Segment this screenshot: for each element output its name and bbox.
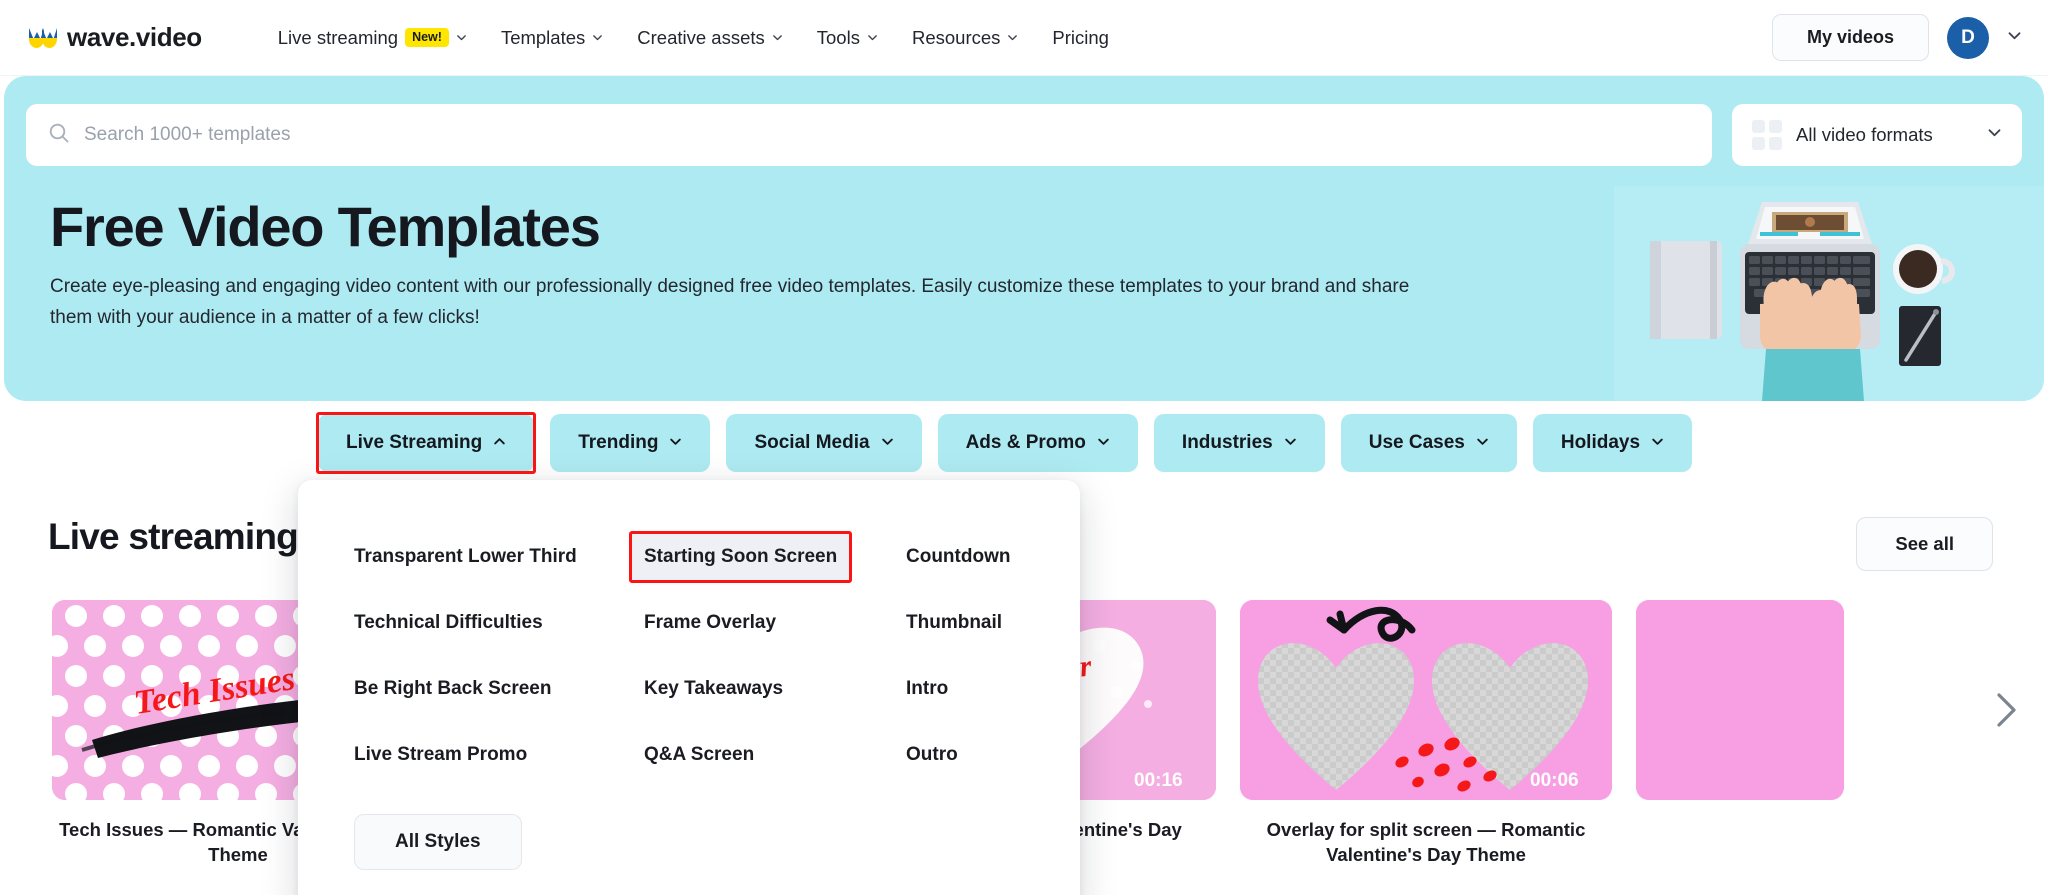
nav-label: Live streaming [277, 26, 399, 48]
see-all-button[interactable]: See all [1856, 517, 1993, 571]
search-input[interactable] [84, 124, 1690, 146]
category-filter-row: Live Streaming Trending Social Media Ads… [318, 414, 1693, 472]
logo-text: wave.video [67, 22, 202, 52]
search-row: All video formats [26, 104, 2022, 166]
chevron-down-icon [772, 32, 783, 43]
filter-pill-live-streaming[interactable]: Live Streaming [318, 414, 535, 472]
dropdown-item-technical-difficulties[interactable]: Technical Difficulties [340, 598, 557, 648]
chevron-up-icon [493, 432, 506, 454]
dropdown-item-transparent-lower-third[interactable]: Transparent Lower Third [340, 532, 591, 582]
nav-item-templates[interactable]: Templates [485, 19, 619, 57]
search-icon [48, 122, 70, 149]
nav-item-creative-assets[interactable]: Creative assets [621, 19, 799, 57]
dropdown-item-outro[interactable]: Outro [892, 730, 972, 780]
filter-pill-label: Social Media [754, 432, 870, 453]
svg-text:00:16: 00:16 [1134, 770, 1183, 791]
nav-label: Creative assets [637, 26, 765, 48]
nav-label: Templates [500, 26, 586, 48]
filter-pill-industries[interactable]: Industries [1153, 414, 1325, 472]
filter-pill-ads-promo[interactable]: Ads & Promo [937, 414, 1138, 472]
dropdown-item-live-stream-promo[interactable]: Live Stream Promo [340, 730, 541, 780]
template-thumbnail[interactable] [1636, 600, 1844, 800]
all-styles-button[interactable]: All Styles [354, 814, 522, 870]
template-thumbnail[interactable]: 00:06 [1240, 600, 1612, 800]
wave-w-logo-icon [28, 27, 58, 49]
filter-pill-holidays[interactable]: Holidays [1532, 414, 1693, 472]
filter-pill-social-media[interactable]: Social Media [726, 414, 922, 472]
dropdown-item-thumbnail[interactable]: Thumbnail [892, 598, 1016, 648]
new-badge: New! [405, 28, 449, 47]
dropdown-item-starting-soon-screen[interactable]: Starting Soon Screen [630, 532, 852, 582]
nav-item-pricing[interactable]: Pricing [1036, 19, 1125, 57]
hands-typing-on-laptop-photo [1614, 186, 2044, 401]
video-format-select[interactable]: All video formats [1732, 104, 2022, 166]
chevron-down-icon[interactable] [2007, 28, 2022, 48]
dropdown-item-qa-screen[interactable]: Q&A Screen [630, 730, 768, 780]
live-streaming-dropdown-panel: Transparent Lower Third Starting Soon Sc… [298, 480, 1080, 895]
page-title: Free Video Templates [50, 195, 601, 258]
chevron-down-icon [456, 32, 467, 43]
chevron-down-icon [1651, 432, 1664, 454]
chevron-down-icon [1284, 432, 1297, 454]
dropdown-item-be-right-back-screen[interactable]: Be Right Back Screen [340, 664, 565, 714]
nav-item-live-streaming[interactable]: Live streaming New! [262, 19, 483, 57]
template-card[interactable]: 00:06 Overlay for split screen — Romanti… [1240, 600, 1612, 895]
hero-banner: All video formats Free Video Templates C… [4, 76, 2044, 401]
nav-label: Resources [911, 26, 1001, 48]
dropdown-item-key-takeaways[interactable]: Key Takeaways [630, 664, 797, 714]
chevron-down-icon [1987, 125, 2002, 145]
chevron-down-icon [1476, 432, 1489, 454]
my-videos-button[interactable]: My videos [1771, 14, 1929, 61]
nav-label: Tools [816, 26, 860, 48]
filter-pill-label: Holidays [1560, 432, 1641, 453]
avatar[interactable]: D [1947, 16, 1989, 59]
chevron-down-icon [669, 432, 682, 454]
svg-text:00:06: 00:06 [1530, 770, 1579, 791]
hero-description: Create eye-pleasing and engaging video c… [50, 276, 1410, 328]
carousel-next-button[interactable] [1986, 690, 2026, 730]
chevron-down-icon [592, 32, 603, 43]
filter-pill-label: Use Cases [1368, 432, 1465, 453]
video-format-label: All video formats [1796, 124, 1933, 145]
grid-four-squares-icon [1752, 120, 1782, 150]
site-header: wave.video Live streaming New! Templates… [0, 0, 2048, 76]
filter-pill-label: Trending [578, 432, 659, 453]
filter-pill-label: Ads & Promo [965, 432, 1086, 453]
nav-label: Pricing [1052, 26, 1109, 48]
section-title: Live streaming [48, 516, 299, 557]
filter-pill-label: Industries [1181, 432, 1273, 453]
search-bar[interactable] [26, 104, 1712, 166]
dropdown-item-frame-overlay[interactable]: Frame Overlay [630, 598, 790, 648]
template-card[interactable] [1636, 600, 1844, 895]
chevron-down-icon [1007, 32, 1018, 43]
nav-item-tools[interactable]: Tools [801, 19, 894, 57]
dropdown-item-countdown[interactable]: Countdown [892, 532, 1024, 582]
header-actions: My videos D [1771, 14, 2022, 61]
chevron-down-icon [867, 32, 878, 43]
dropdown-items-grid: Transparent Lower Third Starting Soon Sc… [298, 524, 1080, 788]
chevron-down-icon [1097, 432, 1110, 454]
filter-pill-trending[interactable]: Trending [550, 414, 711, 472]
chevron-down-icon [881, 432, 894, 454]
filter-pill-label: Live Streaming [346, 432, 483, 453]
main-nav: Live streaming New! Templates Creative a… [262, 19, 1125, 57]
template-card-title: Overlay for split screen — Romantic Vale… [1266, 819, 1586, 865]
templates-page: wave.video Live streaming New! Templates… [0, 0, 2048, 895]
nav-item-resources[interactable]: Resources [896, 19, 1034, 57]
logo[interactable]: wave.video [28, 22, 202, 53]
filter-pill-use-cases[interactable]: Use Cases [1340, 414, 1517, 472]
dropdown-item-intro[interactable]: Intro [892, 664, 962, 714]
